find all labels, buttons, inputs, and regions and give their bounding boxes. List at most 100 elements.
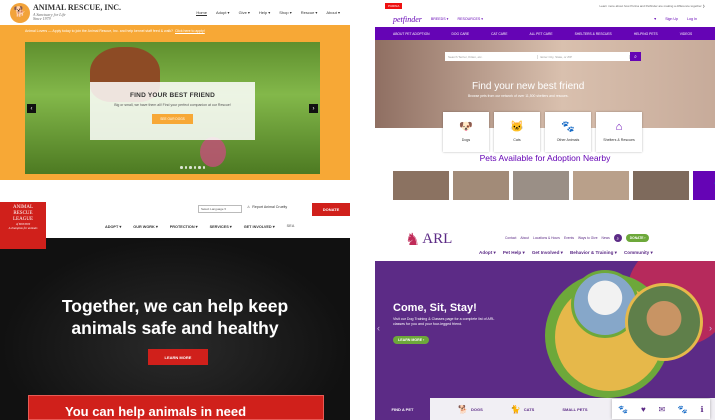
nav-home[interactable]: Home <box>196 10 207 16</box>
nav-adopt[interactable]: Adopt ▾ <box>216 10 230 16</box>
menu-get-involved[interactable]: GET INVOLVED ▾ <box>244 224 275 229</box>
mail-icon[interactable]: ✉ <box>658 405 665 414</box>
menu-services[interactable]: SERVICES ▾ <box>210 224 232 229</box>
dog-logo-icon: 🐕 <box>10 2 30 23</box>
slider-dot[interactable] <box>184 166 187 169</box>
utility-news[interactable]: News <box>602 236 610 240</box>
slider-dot[interactable] <box>198 166 201 169</box>
pet-photo[interactable] <box>453 171 509 200</box>
donate-button[interactable]: DONATE › <box>625 234 650 242</box>
nav-help[interactable]: Help ▾ <box>259 10 270 16</box>
slider-dot[interactable] <box>189 166 192 169</box>
slider-next-arrow-icon[interactable]: › <box>309 104 318 113</box>
nav-adopt[interactable]: Adopt ▾ <box>479 250 496 256</box>
dog-icon: 🐶 <box>459 121 473 133</box>
slider-dot[interactable] <box>193 166 196 169</box>
top-notice-link[interactable]: Learn more about how Purina and Petfinde… <box>599 4 705 8</box>
slider-prev-arrow-icon[interactable]: ‹ <box>27 104 36 113</box>
location-input[interactable]: Enter City, State, or ZIP <box>538 54 630 59</box>
report-cruelty-link[interactable]: ⚠ Report Animal Cruelty <box>247 205 287 209</box>
card-label: Cats <box>513 138 521 142</box>
find-small-pets[interactable]: SMALL PETS <box>562 407 587 412</box>
slider-dot[interactable] <box>180 166 183 169</box>
top-strip: PURINA Learn more about how Purina and P… <box>375 0 715 11</box>
cat-icon: 🐱 <box>510 121 524 133</box>
language-select-value: Select Language <box>201 207 224 211</box>
utility-contact[interactable]: Contact <box>505 236 516 240</box>
subnav-dog-care[interactable]: DOG CARE <box>452 32 470 36</box>
arl-boston-screenshot: Select Language ▾ ⚠ Report Animal Cruelt… <box>0 200 350 420</box>
pet-photo[interactable] <box>393 171 449 200</box>
find-a-pet-label: FIND A PET <box>375 398 430 420</box>
pet-search-bar: Search Terrier, Kitten, etc. Enter City,… <box>445 52 641 61</box>
learn-more-button[interactable]: LEARN MORE <box>148 349 208 365</box>
resources-menu[interactable]: RESOURCES ▾ <box>457 17 483 21</box>
horse-logo-icon: ♞ <box>405 230 421 249</box>
learn-more-button[interactable]: LEARN MORE › <box>393 336 430 344</box>
log-in-link[interactable]: Log In <box>687 17 697 21</box>
menu-adopt[interactable]: ADOPT ▾ <box>105 224 121 229</box>
next-arrow-icon[interactable]: › <box>709 323 712 333</box>
subnav-cat-care[interactable]: CAT CARE <box>491 32 507 36</box>
banner-link[interactable]: Click here to apply! <box>175 29 205 33</box>
heart-icon[interactable]: ♥ <box>654 17 656 21</box>
prev-arrow-icon[interactable]: ‹ <box>377 323 380 333</box>
donate-button[interactable]: DONATE <box>312 203 350 216</box>
sign-up-link[interactable]: Sign Up <box>665 17 678 21</box>
dogs-card[interactable]: 🐶 Dogs <box>443 112 489 152</box>
pet-search-input[interactable]: Search Terrier, Kitten, etc. <box>445 54 538 59</box>
cats-card[interactable]: 🐱 Cats <box>494 112 540 152</box>
nav-get-involved[interactable]: Get Involved ▾ <box>532 250 563 256</box>
breeds-menu[interactable]: BREEDS ▾ <box>431 17 449 21</box>
utility-locations[interactable]: Locations & Hours <box>533 236 560 240</box>
menu-our-work[interactable]: OUR WORK ▾ <box>133 224 157 229</box>
nav-pet-help[interactable]: Pet Help ▾ <box>503 250 525 256</box>
subnav-shelters-rescues[interactable]: SHELTERS & RESCUES <box>575 32 612 36</box>
slider-dot[interactable] <box>202 166 205 169</box>
pet-icon[interactable]: 🐾 <box>618 405 628 414</box>
petfinder-screenshot: PURINA Learn more about how Purina and P… <box>375 0 715 200</box>
menu-search[interactable]: SEA <box>287 224 295 229</box>
arl-boston-logo[interactable]: ANIMAL RESCUE LEAGUE of BOSTON A champio… <box>0 202 46 249</box>
site-logo[interactable]: 🐕 ANIMAL RESCUE, INC. A Sanctuary for Li… <box>10 2 121 23</box>
page-bottom <box>0 180 350 200</box>
arl-logo[interactable]: ♞ ARL <box>405 231 452 248</box>
dog-icon: 🐕 <box>458 404 468 414</box>
pet-photo[interactable] <box>513 171 569 200</box>
find-small-pets-label: SMALL PETS <box>562 406 588 412</box>
utility-ways-to-give[interactable]: Ways to Give <box>578 236 597 240</box>
more-pets-paw-icon[interactable]: 🐾 <box>693 171 715 200</box>
subnav-helping-pets[interactable]: HELPING PETS <box>634 32 658 36</box>
petfinder-logo[interactable]: petfinder <box>393 15 422 24</box>
language-select[interactable]: Select Language ▾ <box>198 205 242 213</box>
find-cats[interactable]: 🐈 CATS <box>511 405 535 414</box>
subnav-about-pet-adoption[interactable]: ABOUT PET ADOPTION <box>393 32 430 36</box>
search-icon[interactable]: ⌕ <box>613 234 622 242</box>
heart-icon[interactable]: ♥ <box>641 405 646 414</box>
site-header: 🐕 ANIMAL RESCUE, INC. A Sanctuary for Li… <box>0 0 350 25</box>
report-cruelty-label: Report Animal Cruelty <box>252 205 288 209</box>
menu-protection[interactable]: PROTECTION ▾ <box>170 224 198 229</box>
see-our-dogs-button[interactable]: SEE OUR DOGS <box>152 114 193 124</box>
nav-behavior-training[interactable]: Behavior & Training ▾ <box>570 250 617 256</box>
other-animals-card[interactable]: 🐾 Other Animals <box>545 112 591 152</box>
pet-photo[interactable] <box>633 171 689 200</box>
find-dogs[interactable]: 🐕 DOGS <box>458 405 483 414</box>
shelters-rescues-card[interactable]: ⌂ Shelters & Rescues <box>596 112 642 152</box>
paw-icon[interactable]: 🐾 <box>678 405 688 414</box>
subnav-all-pet-care[interactable]: ALL PET CARE <box>530 32 553 36</box>
nav-rescue[interactable]: Rescue ▾ <box>301 10 318 16</box>
search-icon[interactable]: ⌕ <box>630 52 641 61</box>
utility-events[interactable]: Events <box>564 236 574 240</box>
subnav-videos[interactable]: VIDEOS <box>680 32 692 36</box>
utility-about[interactable]: About <box>520 236 529 240</box>
nav-shop[interactable]: Shop ▾ <box>279 10 291 16</box>
announcement-banner: Animal Lovers — Apply today to join the … <box>0 25 350 36</box>
hero-slider: FIND YOUR BEST FRIEND Big or small, we h… <box>25 42 320 174</box>
nav-community[interactable]: Community ▾ <box>624 250 653 256</box>
pet-photo[interactable] <box>573 171 629 200</box>
info-icon[interactable]: ℹ <box>701 405 704 414</box>
purina-logo[interactable]: PURINA <box>385 2 403 9</box>
nav-give[interactable]: Give ▾ <box>239 10 250 16</box>
nav-about[interactable]: About ▾ <box>326 10 340 16</box>
